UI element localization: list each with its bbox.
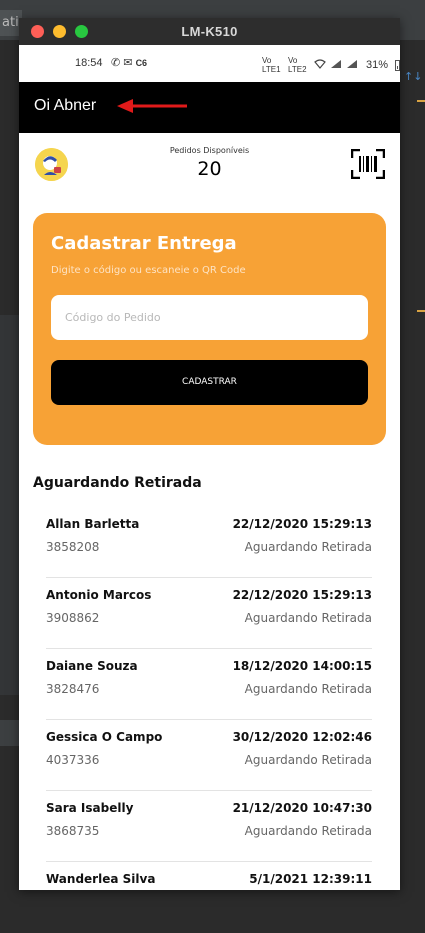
customer-name: Gessica O Campo [46, 730, 163, 744]
order-date: 21/12/2020 10:47:30 [232, 801, 372, 815]
network-label-1: Vo LTE1 [262, 56, 281, 74]
ide-marker [417, 100, 425, 102]
app-bar: Oi Abner [19, 82, 400, 133]
available-orders-label: Pedidos Disponíveis [169, 146, 250, 155]
wifi-icon [314, 59, 326, 71]
customer-name: Allan Barletta [46, 517, 140, 531]
carrier-badge: C6 [135, 58, 148, 68]
list-item[interactable]: Gessica O Campo 30/12/2020 12:02:46 4037… [46, 720, 372, 791]
signal-icon-2 [346, 59, 358, 71]
list-item[interactable]: Allan Barletta 22/12/2020 15:29:13 38582… [46, 507, 372, 578]
order-code-input[interactable] [51, 295, 368, 340]
order-date: 18/12/2020 14:00:15 [232, 659, 372, 673]
register-delivery-card: Cadastrar Entrega Digite o código ou esc… [33, 213, 386, 445]
order-status: Aguardando Retirada [244, 540, 372, 554]
order-date: 22/12/2020 15:29:13 [232, 588, 372, 602]
delivery-list: Allan Barletta 22/12/2020 15:29:13 38582… [46, 507, 372, 890]
window-title: LM-K510 [181, 24, 238, 39]
list-item[interactable]: Wanderlea Silva 5/1/2021 12:39:11 [46, 862, 372, 890]
customer-name: Wanderlea Silva [46, 872, 156, 886]
gmail-icon: ✉ [123, 57, 133, 69]
status-time: 18:54 [75, 57, 103, 69]
order-code: 3908862 [46, 611, 100, 625]
maximize-window-button[interactable] [75, 25, 88, 38]
system-icons: Vo LTE1 Vo LTE2 31% [262, 56, 400, 74]
battery-icon [395, 59, 400, 71]
order-date: 22/12/2020 15:29:13 [232, 517, 372, 531]
window-titlebar[interactable]: LM-K510 [19, 18, 400, 45]
section-title: Aguardando Retirada [33, 475, 202, 491]
phone-status-bar: 18:54 ✆ ✉ C6 Vo LTE1 Vo LTE2 31% [19, 45, 400, 82]
window-controls [31, 25, 88, 38]
customer-name: Antonio Marcos [46, 588, 152, 602]
network-label-2: Vo LTE2 [288, 56, 307, 74]
annotation-arrow-icon [117, 99, 187, 113]
list-item[interactable]: Sara Isabelly 21/12/2020 10:47:30 386873… [46, 791, 372, 862]
order-date: 30/12/2020 12:02:46 [232, 730, 372, 744]
ide-marker [417, 310, 425, 312]
ide-left-panel [0, 315, 20, 695]
minimize-window-button[interactable] [53, 25, 66, 38]
available-orders-count: 20 [197, 158, 222, 180]
barcode-scan-icon[interactable] [351, 149, 385, 179]
order-date: 5/1/2021 12:39:11 [249, 872, 372, 886]
close-window-button[interactable] [31, 25, 44, 38]
list-item[interactable]: Antonio Marcos 22/12/2020 15:29:13 39088… [46, 578, 372, 649]
battery-percent: 31% [366, 59, 389, 71]
order-status: Aguardando Retirada [244, 753, 372, 767]
signal-icon [330, 59, 342, 71]
notification-icons: ✆ ✉ C6 [111, 56, 147, 69]
summary-header: Pedidos Disponíveis 20 [19, 133, 400, 197]
whatsapp-icon: ✆ [111, 57, 121, 69]
customer-name: Daiane Souza [46, 659, 138, 673]
order-status: Aguardando Retirada [244, 682, 372, 696]
order-code: 3858208 [46, 540, 100, 554]
ide-right-panel [400, 40, 425, 933]
greeting-title: Oi Abner [34, 97, 97, 114]
order-code: 4037336 [46, 753, 100, 767]
order-status: Aguardando Retirada [244, 611, 372, 625]
card-subtitle: Digite o código ou escaneie o QR Code [51, 265, 246, 276]
customer-name: Sara Isabelly [46, 801, 134, 815]
emulator-window: LM-K510 18:54 ✆ ✉ C6 Vo LTE1 Vo LTE2 31%… [19, 18, 400, 890]
order-code: 3828476 [46, 682, 100, 696]
card-title: Cadastrar Entrega [51, 233, 237, 254]
order-code: 3868735 [46, 824, 100, 838]
register-button[interactable]: CADASTRAR [51, 360, 368, 405]
order-status: Aguardando Retirada [244, 824, 372, 838]
ide-sort-icon[interactable]: ↑↓ [404, 70, 422, 83]
list-item[interactable]: Daiane Souza 18/12/2020 14:00:15 3828476… [46, 649, 372, 720]
